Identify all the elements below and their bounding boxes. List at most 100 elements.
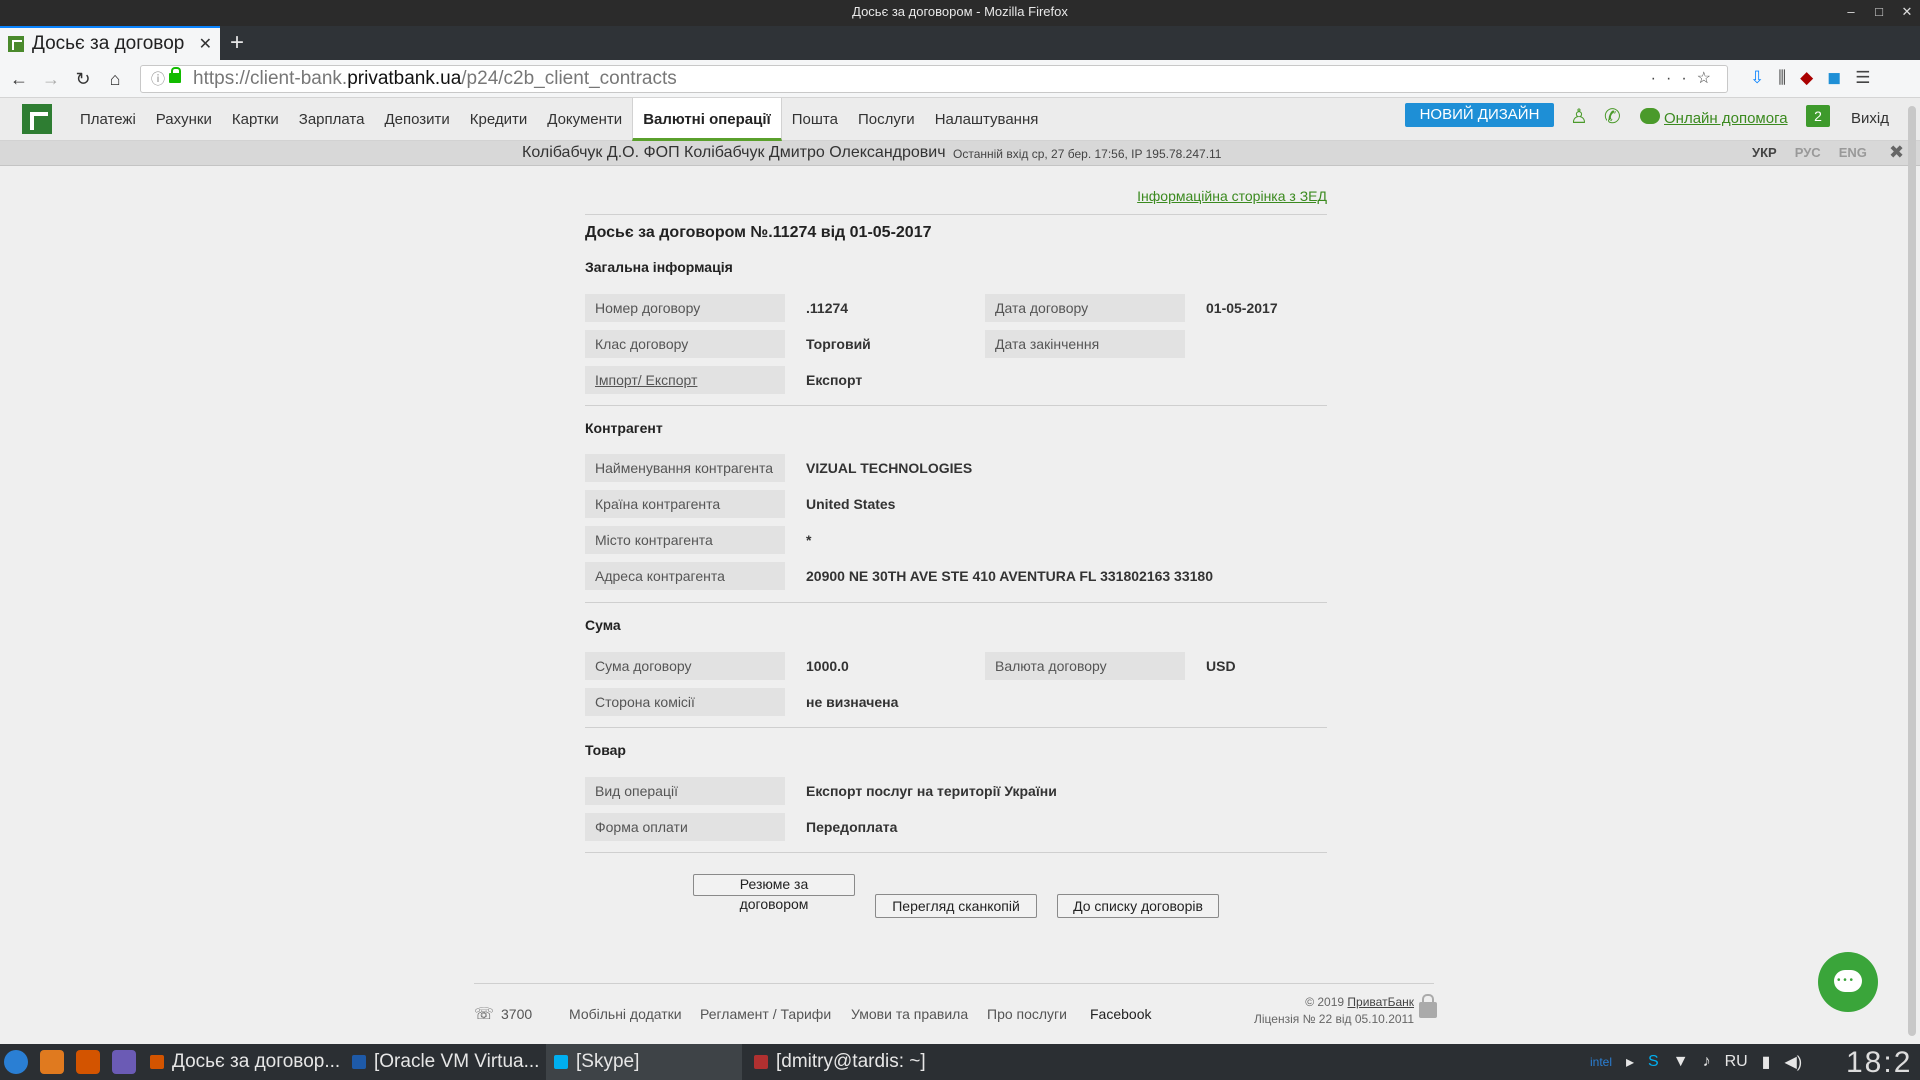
tab-title: Досьє за договор <box>32 33 185 54</box>
back-to-contracts-button[interactable]: До списку договорів <box>1057 894 1219 918</box>
system-tray: intel ▸ S ▼ ♪ RU ▮ ◀) <box>1590 1052 1802 1072</box>
summary-button-line1: Резюме за <box>739 876 809 892</box>
secure-lock-icon <box>169 67 181 83</box>
support-phone[interactable]: 3700 <box>501 1006 532 1022</box>
menu-item[interactable]: Послуги <box>848 98 925 141</box>
url-host: privatbank.ua <box>347 68 462 89</box>
footer-link-tariffs[interactable]: Регламент / Тарифи <box>700 1006 831 1022</box>
import-export-link[interactable]: Імпорт/ Експорт <box>585 366 785 394</box>
app-header: Платежі Рахунки Картки Зарплата Депозити Кред… <box>0 98 1920 141</box>
ublock-icon[interactable]: ◆ <box>1800 68 1813 88</box>
hamburger-menu-icon[interactable]: ☰ <box>1855 68 1870 88</box>
skype-tray-icon[interactable]: S <box>1648 1053 1659 1071</box>
payment-form-value: Передоплата <box>806 819 898 835</box>
divider <box>585 405 1327 406</box>
menu-item[interactable]: Документи <box>537 98 632 141</box>
page-actions[interactable]: ···☆ <box>1651 66 1721 92</box>
terminal-icon <box>754 1055 768 1069</box>
menu-item[interactable]: Депозити <box>374 98 459 141</box>
browser-tab[interactable]: Досьє за договор ✕ <box>0 26 220 60</box>
close-window-icon[interactable]: ✕ <box>1900 0 1914 24</box>
menu-item[interactable]: Кредити <box>460 98 537 141</box>
more-actions-icon[interactable]: ··· <box>1651 70 1697 87</box>
menu-item[interactable]: Зарплата <box>289 98 375 141</box>
clock[interactable]: 18:2 <box>1846 1046 1912 1080</box>
lang-rus[interactable]: РУС <box>1795 145 1821 160</box>
menu-item[interactable]: Пошта <box>782 98 848 141</box>
clipboard-icon[interactable]: ▮ <box>1762 1052 1771 1072</box>
reload-icon[interactable]: ↻ <box>70 66 96 92</box>
lang-eng[interactable]: ENG <box>1839 145 1867 160</box>
license-text: Ліцензія № 22 від 05.10.2011 <box>1253 1012 1414 1026</box>
menu-item[interactable]: Налаштування <box>925 98 1049 141</box>
page-scrollbar[interactable] <box>1908 106 1916 1036</box>
home-icon[interactable]: ⌂ <box>102 66 128 92</box>
intel-icon[interactable]: intel <box>1590 1055 1612 1069</box>
minimize-icon[interactable]: – <box>1844 0 1858 24</box>
footer-divider <box>474 983 1434 984</box>
new-tab-icon[interactable]: + <box>230 30 244 56</box>
privatbank-favicon-icon <box>8 36 24 52</box>
firefox-launcher-icon[interactable] <box>76 1050 100 1074</box>
library-icon[interactable]: ⫼ <box>1778 68 1786 88</box>
back-icon[interactable]: ← <box>6 66 32 92</box>
menu-item[interactable]: Рахунки <box>146 98 222 141</box>
url-prefix: https://client-bank. <box>193 68 348 89</box>
footer-link-facebook[interactable]: Facebook <box>1090 1006 1151 1022</box>
menu-item[interactable]: Платежі <box>70 98 146 141</box>
lang-ukr[interactable]: УКР <box>1752 145 1777 160</box>
footer-link-about[interactable]: Про послуги <box>987 1006 1067 1022</box>
messages-badge[interactable]: 2 <box>1806 105 1830 127</box>
file-manager-launcher-icon[interactable] <box>40 1050 64 1074</box>
footer-link-mobile[interactable]: Мобільні додатки <box>569 1006 682 1022</box>
taskbar-item-firefox[interactable]: Досьє за договор... <box>142 1044 342 1080</box>
security-lock-icon <box>1419 994 1437 1018</box>
user-name: Колібабчук Д.О. ФОП Колібабчук Дмитро Ол… <box>522 144 946 161</box>
divider <box>585 602 1327 603</box>
taskbar-item-virtualbox[interactable]: [Oracle VM Virtua... <box>344 1044 544 1080</box>
logout-link[interactable]: Вихід <box>1851 110 1889 127</box>
taskbar-item-terminal[interactable]: [dmitry@tardis: ~] <box>746 1044 956 1080</box>
extension-icon[interactable]: ◼ <box>1827 68 1841 88</box>
menu-item[interactable]: Картки <box>222 98 289 141</box>
operation-type-label: Вид операції <box>585 777 785 805</box>
chat-widget-button[interactable] <box>1818 952 1878 1012</box>
zed-info-link[interactable]: Інформаційна сторінка з ЗЕД <box>1137 188 1327 204</box>
url-bar[interactable]: ⓘ https://client-bank.privatbank.ua/p24/… <box>140 65 1728 93</box>
menu-item[interactable]: Валютні операції <box>632 98 782 141</box>
page-title: Досьє за договором №.11274 від 01-05-201… <box>585 224 932 241</box>
close-icon[interactable]: ✖ <box>1889 142 1904 163</box>
counterparty-city-value: * <box>806 532 812 548</box>
wifi-icon[interactable]: ▼ <box>1673 1053 1689 1071</box>
privatbank-logo[interactable] <box>22 104 52 134</box>
main-menu: Платежі Рахунки Картки Зарплата Депозити Кред… <box>70 98 1048 141</box>
forward-icon[interactable]: → <box>38 66 64 92</box>
volume-icon[interactable]: ◀) <box>1784 1052 1802 1072</box>
contract-summary-button[interactable]: Резюме за <box>693 874 855 896</box>
language-switch: УКР РУС ENG <box>1752 145 1867 160</box>
browser-navbar: ← → ↻ ⌂ ⓘ https://client-bank.privatbank… <box>0 60 1920 98</box>
copyright-brand-link[interactable]: ПриватБанк <box>1347 995 1414 1009</box>
footer-link-terms[interactable]: Умови та правила <box>851 1006 968 1022</box>
view-scans-button[interactable]: Перегляд сканкопій <box>875 894 1037 918</box>
start-menu-icon[interactable] <box>4 1050 28 1074</box>
keyboard-layout[interactable]: RU <box>1725 1053 1748 1071</box>
maximize-icon[interactable]: □ <box>1872 0 1886 24</box>
bookmark-star-icon[interactable]: ☆ <box>1697 70 1721 87</box>
user-icon[interactable]: ♙ <box>1570 104 1588 129</box>
skype-icon <box>554 1055 568 1069</box>
phone-icon[interactable]: ✆ <box>1604 104 1621 129</box>
new-design-button[interactable]: НОВИЙ ДИЗАЙН <box>1405 103 1554 127</box>
close-tab-icon[interactable]: ✕ <box>199 34 212 54</box>
firefox-icon <box>150 1055 164 1069</box>
online-help-link[interactable]: Онлайн допомога <box>1664 110 1788 127</box>
notification-icon[interactable]: ♪ <box>1703 1053 1711 1071</box>
info-icon[interactable]: ⓘ <box>151 66 165 92</box>
taskbar-item-skype[interactable]: [Skype] <box>546 1044 742 1080</box>
files-launcher-icon[interactable] <box>112 1050 136 1074</box>
downloads-icon[interactable]: ⇩ <box>1750 68 1764 88</box>
expand-tray-icon[interactable]: ▸ <box>1626 1052 1634 1072</box>
divider <box>585 214 1327 215</box>
taskbar-item-label: [dmitry@tardis: ~] <box>776 1051 926 1072</box>
operation-type-value: Експорт послуг на території України <box>806 783 1057 799</box>
